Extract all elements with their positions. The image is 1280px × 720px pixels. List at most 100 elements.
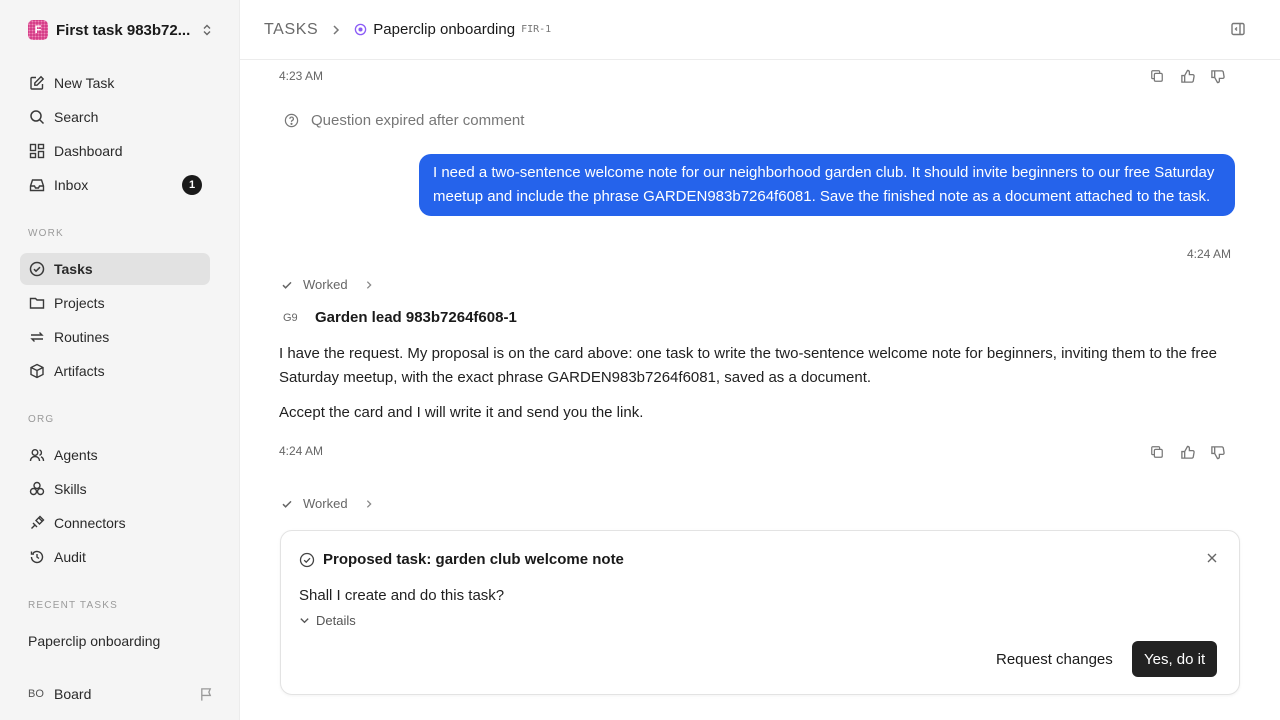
- primary-nav: New Task Search Dashboard Inbox 1: [20, 67, 210, 203]
- worked-label: Worked: [303, 496, 348, 511]
- nav-label: Routines: [54, 329, 110, 345]
- message-actions: [1148, 443, 1226, 461]
- edit-icon: [28, 74, 46, 92]
- conversation-thread: 4:23 AM Question expired after comment I…: [240, 60, 1280, 720]
- agent-message-paragraph: I have the request. My proposal is on th…: [279, 345, 1218, 386]
- nav-inbox[interactable]: Inbox 1: [20, 169, 210, 201]
- chevron-right-icon: [364, 499, 374, 509]
- nav-new-task[interactable]: New Task: [20, 67, 210, 99]
- copy-icon[interactable]: [1148, 443, 1166, 461]
- chevron-right-icon: [330, 24, 342, 36]
- nav-agents[interactable]: Agents: [20, 439, 210, 471]
- nav-label: Inbox: [54, 177, 89, 193]
- agent-name[interactable]: Garden lead 983b7264f608-1: [315, 309, 517, 326]
- check-circle-icon: [299, 552, 315, 568]
- repeat-icon: [28, 328, 46, 346]
- inbox-icon: [28, 176, 46, 194]
- box-icon: [28, 362, 46, 380]
- task-code: FIR-1: [521, 24, 552, 35]
- expired-question-notice: Question expired after comment: [284, 112, 524, 129]
- board-name[interactable]: Board: [54, 686, 91, 702]
- recent-task-item[interactable]: Paperclip onboarding: [28, 633, 160, 649]
- check-icon: [281, 279, 293, 291]
- card-question: Shall I create and do this task?: [299, 587, 505, 604]
- breadcrumb-root[interactable]: TASKS: [264, 21, 318, 39]
- user-message-bubble: I need a two-sentence welcome note for o…: [419, 154, 1235, 216]
- expired-label: Question expired after comment: [311, 112, 525, 129]
- nav-audit[interactable]: Audit: [20, 541, 210, 573]
- nav-tasks[interactable]: Tasks: [20, 253, 210, 285]
- flag-icon[interactable]: [199, 687, 214, 702]
- proposed-task-card: Proposed task: garden club welcome note …: [280, 530, 1240, 695]
- nav-label: Agents: [54, 447, 98, 463]
- history-icon: [28, 548, 46, 566]
- avatar: BO: [28, 688, 44, 700]
- sidebar: F First task 983b72... New Task Search D…: [0, 0, 240, 720]
- users-icon: [28, 446, 46, 464]
- workspace-name: First task 983b72...: [56, 21, 191, 39]
- worked-disclosure[interactable]: Worked: [281, 496, 374, 511]
- panel-toggle-icon[interactable]: [1230, 21, 1246, 37]
- check-circle-icon: [28, 260, 46, 278]
- agent-message-paragraph: Accept the card and I will write it and …: [279, 404, 644, 421]
- top-bar: TASKS Paperclip onboarding FIR-1: [240, 0, 1280, 60]
- section-label-recent: RECENT TASKS: [28, 600, 118, 611]
- worked-label: Worked: [303, 277, 348, 292]
- card-title-text: Proposed task: garden club welcome note: [323, 551, 624, 568]
- nav-label: Dashboard: [54, 143, 123, 159]
- copy-icon[interactable]: [1148, 67, 1166, 85]
- request-changes-button[interactable]: Request changes: [996, 642, 1113, 676]
- workspace-switcher[interactable]: F First task 983b72...: [28, 19, 214, 41]
- help-circle-icon: [284, 113, 299, 128]
- nav-routines[interactable]: Routines: [20, 321, 210, 353]
- nav-label: Skills: [54, 481, 87, 497]
- board-footer: BO Board: [28, 683, 214, 705]
- inbox-count-badge: 1: [182, 175, 202, 195]
- close-icon[interactable]: [1207, 553, 1217, 563]
- agent-message-timestamp: 4:24 AM: [279, 444, 324, 458]
- folder-icon: [28, 294, 46, 312]
- nav-label: Projects: [54, 295, 105, 311]
- work-nav: Tasks Projects Routines Artifacts: [20, 253, 210, 389]
- nav-skills[interactable]: Skills: [20, 473, 210, 505]
- avatar: G9: [283, 311, 298, 324]
- dashboard-icon: [28, 142, 46, 160]
- thumbs-down-icon[interactable]: [1208, 67, 1226, 85]
- workspace-logo: F: [28, 20, 48, 40]
- nav-connectors[interactable]: Connectors: [20, 507, 210, 539]
- chevron-right-icon: [364, 280, 374, 290]
- nav-label: Tasks: [54, 261, 93, 277]
- thumbs-down-icon[interactable]: [1208, 443, 1226, 461]
- details-toggle[interactable]: Details: [299, 613, 356, 628]
- nav-label: New Task: [54, 75, 115, 91]
- nav-dashboard[interactable]: Dashboard: [20, 135, 210, 167]
- page-title: Paperclip onboarding: [373, 21, 516, 38]
- skills-icon: [28, 480, 46, 498]
- org-nav: Agents Skills Connectors Audit: [20, 439, 210, 575]
- agent-header: G9 Garden lead 983b7264f608-1: [283, 309, 517, 326]
- plug-icon: [28, 514, 46, 532]
- search-icon: [28, 108, 46, 126]
- nav-projects[interactable]: Projects: [20, 287, 210, 319]
- details-label: Details: [316, 613, 356, 628]
- user-message-timestamp: 4:24 AM: [1187, 247, 1232, 261]
- nav-label: Audit: [54, 549, 86, 565]
- accept-task-button[interactable]: Yes, do it: [1132, 641, 1218, 677]
- worked-disclosure[interactable]: Worked: [281, 277, 374, 292]
- nav-search[interactable]: Search: [20, 101, 210, 133]
- nav-label: Connectors: [54, 515, 126, 531]
- chevron-down-icon: [299, 615, 310, 626]
- thumbs-up-icon[interactable]: [1178, 443, 1196, 461]
- status-circle-icon: [354, 23, 367, 36]
- message-actions: [1148, 67, 1226, 85]
- thumbs-up-icon[interactable]: [1178, 67, 1196, 85]
- chevron-up-down-icon: [200, 23, 214, 37]
- card-title: Proposed task: garden club welcome note: [299, 551, 624, 568]
- check-icon: [281, 498, 293, 510]
- section-label-work: WORK: [28, 228, 64, 239]
- nav-label: Search: [54, 109, 99, 125]
- nav-label: Artifacts: [54, 363, 105, 379]
- section-label-org: ORG: [28, 414, 55, 425]
- nav-artifacts[interactable]: Artifacts: [20, 355, 210, 387]
- message-timestamp: 4:23 AM: [279, 69, 324, 83]
